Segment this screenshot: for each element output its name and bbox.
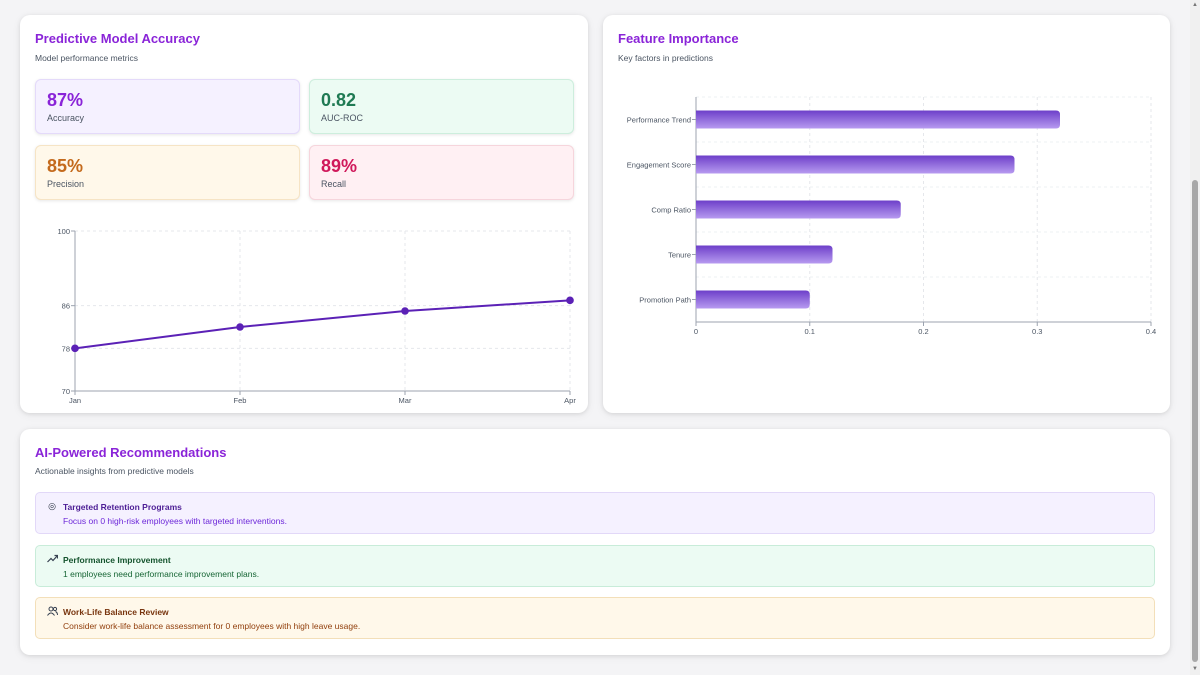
category-label: Promotion Path [639, 296, 691, 305]
bar [696, 245, 833, 264]
feature-importance-card: Feature Importance Key factors in predic… [603, 15, 1170, 413]
x-tick-label: Apr [564, 396, 576, 405]
x-tick-label: 0.1 [805, 327, 815, 336]
card-subtitle: Key factors in predictions [618, 53, 713, 63]
metric-card-auc-roc: 0.82 AUC-ROC [309, 79, 574, 134]
metric-value: 0.82 [321, 90, 357, 110]
card-subtitle: Actionable insights from predictive mode… [35, 466, 194, 476]
x-tick-label: 0.2 [918, 327, 928, 336]
x-tick-label: 0.3 [1032, 327, 1042, 336]
recommendation-description: 1 employees need performance improvement… [63, 569, 260, 579]
bar [696, 110, 1060, 129]
recommendation-item: Work-Life Balance Review Consider work-l… [35, 597, 1155, 639]
metric-value: 85% [47, 156, 84, 176]
data-point [401, 307, 409, 315]
x-tick-label: 0 [694, 327, 698, 336]
series-line [74, 299, 571, 350]
metric-label: Precision [47, 179, 85, 189]
category-label: Comp Ratio [651, 206, 691, 215]
data-point [236, 323, 244, 331]
recommendation-title: Work-Life Balance Review [63, 607, 169, 617]
data-point [71, 344, 79, 353]
x-tick-label: Jan [69, 396, 81, 405]
metric-card-recall: 89% Recall [309, 145, 574, 200]
trending-up-icon [46, 554, 58, 565]
bar [696, 155, 1015, 174]
recommendation-description: Focus on 0 high-risk employees with targ… [63, 516, 287, 526]
card-title: Feature Importance [618, 31, 739, 46]
x-tick-label: Mar [399, 396, 412, 405]
recommendation-item: ◎ Targeted Retention Programs Focus on 0… [35, 492, 1155, 534]
recommendation-description: Consider work-life balance assessment fo… [63, 621, 361, 631]
x-tick-label: Feb [234, 396, 247, 405]
scroll-down-arrow-icon[interactable]: ▼ [1191, 665, 1199, 673]
recommendation-title: Targeted Retention Programs [63, 502, 182, 512]
accuracy-line-chart: 100 86 78 70Jan Feb Mar Apr [57, 227, 576, 405]
y-tick-label: 86 [62, 302, 70, 311]
feature-importance-bar-chart: 0 0.1 0.2 0.3 0.4 Performance Trend Engagement… [627, 96, 1156, 336]
recommendation-title: Performance Improvement [63, 555, 171, 565]
metric-card-accuracy: 87% Accuracy [35, 79, 300, 134]
card-title: Predictive Model Accuracy [35, 31, 200, 46]
bar [696, 200, 901, 219]
metric-label: AUC-ROC [321, 113, 363, 123]
card-subtitle: Model performance metrics [35, 53, 138, 63]
bar [696, 290, 810, 309]
y-tick-label: 100 [57, 227, 70, 236]
scrollbar-thumb[interactable] [1192, 180, 1198, 662]
data-point [566, 296, 574, 305]
page-scrollbar[interactable]: ▲ ▼ [1190, 0, 1200, 675]
x-tick-label: 0.4 [1146, 327, 1156, 336]
metric-value: 89% [321, 156, 358, 176]
metric-label: Recall [321, 179, 347, 189]
card-title: AI-Powered Recommendations [35, 445, 227, 460]
metric-card-precision: 85% Precision [35, 145, 300, 200]
category-label: Performance Trend [627, 116, 691, 125]
metric-label: Accuracy [47, 113, 85, 123]
y-tick-label: 70 [62, 387, 70, 396]
target-icon: ◎ [48, 501, 56, 511]
y-tick-label: 78 [62, 344, 70, 353]
category-label: Engagement Score [627, 161, 691, 170]
category-label: Tenure [668, 251, 691, 260]
model-accuracy-card: Predictive Model Accuracy Model performa… [20, 15, 588, 413]
recommendation-item: Performance Improvement 1 employees need… [35, 545, 1155, 587]
scroll-up-arrow-icon[interactable]: ▲ [1191, 1, 1199, 9]
recommendations-card: AI-Powered Recommendations Actionable in… [20, 429, 1170, 655]
users-icon [46, 606, 58, 618]
metric-value: 87% [47, 90, 84, 110]
